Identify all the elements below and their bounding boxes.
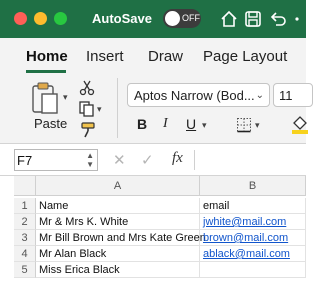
italic-button[interactable]: I bbox=[163, 116, 168, 132]
title-bar: AutoSave OFF bbox=[0, 0, 306, 38]
select-all-corner[interactable] bbox=[14, 176, 36, 196]
table-row: 2 Mr & Mrs K. White jwhite@mail.com bbox=[14, 214, 306, 230]
font-name-value: Aptos Narrow (Bod... bbox=[134, 88, 255, 103]
table-row: 4 Mr Alan Black ablack@mail.com bbox=[14, 246, 306, 262]
autosave-label: AutoSave bbox=[92, 11, 152, 26]
bold-button[interactable]: B bbox=[137, 116, 147, 132]
name-box-stepper-icon[interactable]: ▲ ▼ bbox=[86, 151, 94, 169]
toggle-knob bbox=[165, 11, 180, 26]
cell-b2[interactable]: jwhite@mail.com bbox=[200, 214, 306, 230]
autosave-toggle[interactable]: OFF bbox=[163, 9, 201, 28]
cell-a3[interactable]: Mr Bill Brown and Mrs Kate Green bbox=[36, 230, 206, 246]
name-box-value: F7 bbox=[17, 153, 33, 168]
borders-icon[interactable] bbox=[236, 117, 252, 133]
cell-b1[interactable]: email bbox=[200, 198, 306, 214]
paste-icon[interactable] bbox=[30, 82, 60, 116]
table-row: 3 Mr Bill Brown and Mrs Kate Green brown… bbox=[14, 230, 306, 246]
underline-button[interactable]: U bbox=[186, 116, 196, 132]
chevron-down-icon: ⌄ bbox=[255, 90, 264, 101]
formula-divider bbox=[194, 150, 195, 170]
row-header[interactable]: 1 bbox=[14, 198, 36, 214]
tab-draw[interactable]: Draw bbox=[148, 48, 183, 65]
row-header[interactable]: 4 bbox=[14, 246, 36, 262]
insert-function-button[interactable]: fx bbox=[172, 150, 183, 167]
paste-dropdown-caret[interactable]: ▾ bbox=[63, 92, 68, 103]
cell-a1[interactable]: Name bbox=[36, 198, 200, 214]
column-header-a[interactable]: A bbox=[36, 176, 200, 196]
paste-label[interactable]: Paste bbox=[34, 116, 67, 131]
cell-a4[interactable]: Mr Alan Black bbox=[36, 246, 200, 262]
fill-color-icon[interactable] bbox=[291, 114, 309, 134]
column-header-b[interactable]: B bbox=[200, 176, 306, 196]
active-tab-indicator bbox=[26, 70, 66, 73]
name-box[interactable]: F7 ▲ ▼ bbox=[14, 149, 98, 171]
more-icon[interactable] bbox=[293, 9, 313, 29]
worksheet-grid[interactable]: A B 1 Name email 2 Mr & Mrs K. White jwh… bbox=[0, 176, 306, 281]
font-name-select[interactable]: Aptos Narrow (Bod... ⌄ bbox=[127, 83, 270, 107]
borders-dropdown-caret[interactable]: ▾ bbox=[255, 120, 260, 131]
format-painter-icon[interactable] bbox=[79, 121, 97, 139]
ribbon-tabs: Home Insert Draw Page Layout bbox=[0, 38, 306, 74]
row-header[interactable]: 3 bbox=[14, 230, 36, 246]
tab-home[interactable]: Home bbox=[26, 48, 68, 65]
copy-dropdown-caret[interactable]: ▾ bbox=[97, 104, 102, 115]
row-header[interactable]: 2 bbox=[14, 214, 36, 230]
cell-a2[interactable]: Mr & Mrs K. White bbox=[36, 214, 200, 230]
underline-dropdown-caret[interactable]: ▾ bbox=[202, 120, 207, 131]
font-size-value: 11 bbox=[279, 88, 293, 103]
copy-icon[interactable] bbox=[78, 100, 96, 118]
cell-b3[interactable]: brown@mail.com bbox=[200, 230, 306, 246]
font-size-select[interactable]: 11 bbox=[273, 83, 313, 107]
cell-b5[interactable] bbox=[200, 262, 306, 278]
zoom-window-button[interactable] bbox=[54, 12, 67, 25]
home-icon[interactable] bbox=[219, 9, 239, 29]
close-window-button[interactable] bbox=[14, 12, 27, 25]
ribbon: ▾ Paste ▾ Aptos Narrow (Bod... ⌄ 11 B I … bbox=[0, 74, 313, 144]
save-icon[interactable] bbox=[243, 9, 263, 29]
table-row: 1 Name email bbox=[14, 198, 306, 214]
minimize-window-button[interactable] bbox=[34, 12, 47, 25]
tab-insert[interactable]: Insert bbox=[86, 48, 124, 65]
cancel-icon[interactable]: ✕ bbox=[113, 151, 126, 169]
cell-a5[interactable]: Miss Erica Black bbox=[36, 262, 200, 278]
table-row: 5 Miss Erica Black bbox=[14, 262, 306, 278]
tab-page-layout[interactable]: Page Layout bbox=[203, 48, 287, 65]
cell-b4[interactable]: ablack@mail.com bbox=[200, 246, 306, 262]
check-icon[interactable]: ✓ bbox=[141, 151, 154, 169]
undo-icon[interactable] bbox=[268, 9, 288, 29]
ribbon-divider bbox=[117, 78, 118, 138]
autosave-state: OFF bbox=[182, 13, 200, 23]
row-header[interactable]: 5 bbox=[14, 262, 36, 278]
cut-icon[interactable] bbox=[79, 80, 95, 96]
formula-bar: F7 ▲ ▼ ✕ ✓ fx bbox=[0, 144, 306, 176]
